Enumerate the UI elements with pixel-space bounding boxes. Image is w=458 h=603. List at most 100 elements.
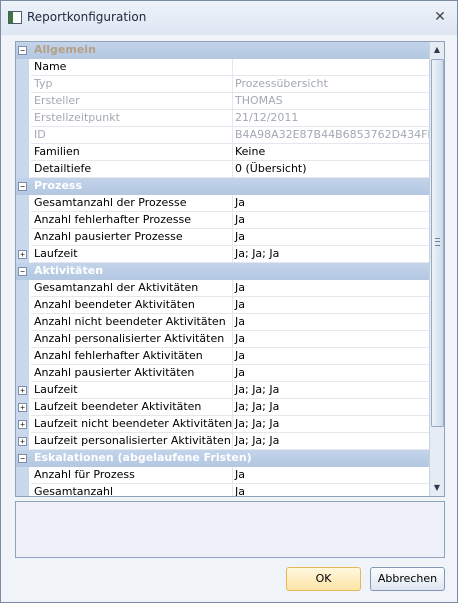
scroll-up-icon[interactable]: ▲ — [430, 43, 444, 57]
property-row[interactable]: Familien Keine — [16, 144, 429, 161]
property-label: Anzahl pausierter Aktivitäten — [31, 365, 233, 382]
row-gutter — [16, 161, 29, 178]
property-row[interactable]: Detailtiefe 0 (Übersicht) — [16, 161, 429, 178]
row-gutter — [16, 127, 29, 144]
property-row[interactable]: Gesamtanzahl Ja — [16, 484, 429, 496]
property-row: Erstellzeitpunkt 21/12/2011 — [16, 110, 429, 127]
row-gutter — [16, 93, 29, 110]
collapse-icon[interactable]: − — [18, 267, 27, 276]
collapse-icon[interactable]: − — [18, 454, 27, 463]
description-pane — [15, 501, 445, 558]
property-row: IDB4A98A32E87B44B6853762D434FB5B49 — [16, 127, 429, 144]
close-icon[interactable]: ✕ — [431, 8, 449, 26]
property-value: THOMAS — [232, 93, 429, 110]
category-row[interactable]: − Prozess — [16, 178, 429, 195]
property-label: Detailtiefe — [31, 161, 233, 178]
property-label: Anzahl beendeter Aktivitäten — [31, 297, 233, 314]
property-row[interactable]: Anzahl nicht beendeter Aktivitäten Ja — [16, 314, 429, 331]
property-value[interactable]: Ja — [232, 280, 429, 297]
row-gutter — [16, 212, 29, 229]
property-value: B4A98A32E87B44B6853762D434FB5B49 — [232, 127, 429, 144]
property-row[interactable]: Anzahl pausierter Aktivitäten Ja — [16, 365, 429, 382]
category-label: Prozess — [34, 179, 83, 192]
property-value[interactable]: 0 (Übersicht) — [232, 161, 429, 178]
property-value[interactable]: Ja; Ja; Ja — [232, 382, 429, 399]
expand-icon[interactable]: + — [18, 250, 27, 259]
property-label: Laufzeit personalisierter Aktivitäten — [31, 433, 233, 450]
property-row: Typ Prozessübersicht — [16, 76, 429, 93]
property-value[interactable]: Ja — [232, 297, 429, 314]
category-row[interactable]: − Aktivitäten — [16, 263, 429, 280]
property-label: Gesamtanzahl — [31, 484, 233, 496]
property-row[interactable]: Anzahl fehlerhafter Prozesse Ja — [16, 212, 429, 229]
property-label: Anzahl pausierter Prozesse — [31, 229, 233, 246]
category-label: Allgemein — [34, 43, 96, 56]
property-value[interactable]: Keine — [232, 144, 429, 161]
property-label: Laufzeit nicht beendeter Aktivitäten — [31, 416, 233, 433]
property-row[interactable]: + Laufzeit nicht beendeter Aktivitäten Ja;… — [16, 416, 429, 433]
window-title: Reportkonfiguration — [27, 10, 147, 24]
property-value[interactable]: Ja — [232, 365, 429, 382]
property-row[interactable]: + Laufzeit personalisierter Aktivitäten Ja… — [16, 433, 429, 450]
dialog-window: Reportkonfiguration ✕ − Allgemein Name Typ P… — [0, 0, 458, 603]
property-row[interactable]: Anzahl pausierter Prozesse Ja — [16, 229, 429, 246]
property-value[interactable]: Ja — [232, 314, 429, 331]
property-row[interactable]: + Laufzeit beendeter Aktivitäten Ja; Ja; J… — [16, 399, 429, 416]
property-label: Anzahl fehlerhafter Aktivitäten — [31, 348, 233, 365]
title-bar: Reportkonfiguration ✕ — [1, 1, 457, 35]
expand-icon[interactable]: + — [18, 403, 27, 412]
property-value: 21/12/2011 — [232, 110, 429, 127]
property-row[interactable]: Gesamtanzahl der Aktivitäten Ja — [16, 280, 429, 297]
property-label: Anzahl personalisierter Aktivitäten — [31, 331, 233, 348]
property-label: Laufzeit — [31, 382, 233, 399]
cancel-button[interactable]: Abbrechen — [370, 567, 445, 591]
row-gutter — [16, 110, 29, 127]
category-row[interactable]: − Eskalationen (abgelaufene Fristen) — [16, 450, 429, 467]
property-row[interactable]: + Laufzeit Ja; Ja; Ja — [16, 246, 429, 263]
property-value[interactable]: Ja — [232, 467, 429, 484]
property-row[interactable]: Anzahl fehlerhafter Aktivitäten Ja — [16, 348, 429, 365]
vertical-scrollbar[interactable]: ▲ ▼ — [429, 42, 444, 496]
property-value[interactable]: Ja — [232, 212, 429, 229]
property-row[interactable]: + Laufzeit Ja; Ja; Ja — [16, 382, 429, 399]
property-value[interactable]: Ja; Ja; Ja — [232, 433, 429, 450]
property-value[interactable]: Ja; Ja; Ja — [232, 246, 429, 263]
property-value[interactable]: Ja; Ja; Ja — [232, 416, 429, 433]
property-row[interactable]: Anzahl für Prozess Ja — [16, 467, 429, 484]
expand-icon[interactable]: + — [18, 420, 27, 429]
row-gutter — [16, 348, 29, 365]
property-value[interactable]: Ja — [232, 348, 429, 365]
expand-icon[interactable]: + — [18, 386, 27, 395]
property-value[interactable]: Ja — [232, 484, 429, 496]
collapse-icon[interactable]: − — [18, 46, 27, 55]
property-value[interactable] — [232, 59, 429, 76]
property-row[interactable]: Gesamtanzahl der Prozesse Ja — [16, 195, 429, 212]
property-value[interactable]: Ja — [232, 331, 429, 348]
scroll-down-icon[interactable]: ▼ — [430, 481, 444, 495]
window-icon — [8, 11, 22, 24]
property-row[interactable]: Anzahl personalisierter Aktivitäten Ja — [16, 331, 429, 348]
property-label: Typ — [31, 76, 233, 93]
collapse-icon[interactable]: − — [18, 182, 27, 191]
expand-icon[interactable]: + — [18, 437, 27, 446]
row-gutter — [16, 59, 29, 76]
row-gutter — [16, 144, 29, 161]
property-label: Gesamtanzahl der Aktivitäten — [31, 280, 233, 297]
property-value[interactable]: Ja — [232, 195, 429, 212]
category-label: Eskalationen (abgelaufene Fristen) — [34, 451, 252, 464]
property-value: Prozessübersicht — [232, 76, 429, 93]
row-gutter — [16, 365, 29, 382]
property-value[interactable]: Ja; Ja; Ja — [232, 399, 429, 416]
property-value[interactable]: Ja — [232, 229, 429, 246]
property-label: ID — [31, 127, 233, 144]
scrollbar-grip-icon — [435, 238, 440, 246]
row-gutter — [16, 331, 29, 348]
row-gutter — [16, 229, 29, 246]
category-row[interactable]: − Allgemein — [16, 42, 429, 59]
row-gutter — [16, 195, 29, 212]
property-row[interactable]: Name — [16, 59, 429, 76]
row-gutter — [16, 314, 29, 331]
ok-button[interactable]: OK — [286, 567, 361, 591]
property-row[interactable]: Anzahl beendeter Aktivitäten Ja — [16, 297, 429, 314]
scrollbar-thumb[interactable] — [431, 59, 444, 427]
